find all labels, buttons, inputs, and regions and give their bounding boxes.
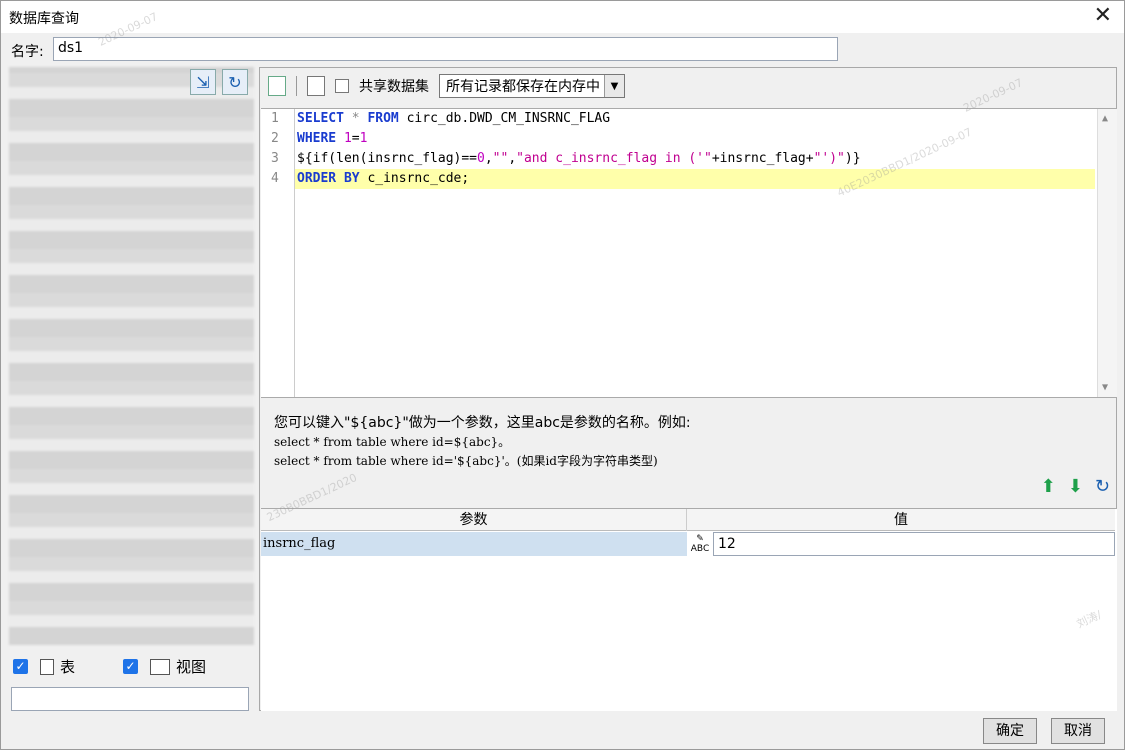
code-line-current: ORDER BY c_insrnc_cde; — [295, 169, 1095, 189]
storage-select[interactable]: 所有记录都保存在内存中 ▼ — [439, 74, 625, 98]
parameter-hint: 您可以键入"${abc}"做为一个参数，这里abc是参数的名称。例如: sele… — [274, 414, 691, 471]
param-table-header: 参数 值 — [261, 509, 1115, 531]
filter-row: ✓ 表 ✓ 视图 — [13, 656, 206, 677]
ok-button[interactable]: 确定 — [983, 718, 1037, 744]
preview-icon[interactable] — [268, 76, 286, 96]
sql-editor[interactable]: 1 2 3 4 SELECT * FROM circ_db.DWD_CM_INS… — [261, 108, 1117, 398]
hint-line-3: select * from table where id='${abc}'。(如… — [274, 454, 658, 468]
param-name: insrnc_flag — [261, 532, 687, 556]
table-row[interactable]: insrnc_flag ✎ ABC 12 — [261, 532, 1115, 556]
sql-toolbar: 共享数据集 所有记录都保存在内存中 ▼ — [268, 72, 625, 100]
editor-scrollbar[interactable]: ▲ ▼ — [1097, 109, 1117, 397]
table-checkbox-label: 表 — [60, 658, 76, 676]
code-line: SELECT * FROM circ_db.DWD_CM_INSRNC_FLAG — [297, 111, 611, 126]
scroll-down-icon[interactable]: ▼ — [1102, 382, 1108, 393]
sql-panel: 共享数据集 所有记录都保存在内存中 ▼ 1 2 3 4 SELECT * FRO… — [259, 67, 1117, 711]
table-search-input[interactable] — [11, 687, 249, 711]
close-icon[interactable]: ✕ — [1094, 4, 1112, 28]
chevron-down-icon[interactable]: ▼ — [604, 75, 624, 97]
arrow-up-icon[interactable]: ⬆ — [1041, 476, 1056, 497]
line-number: 3 — [271, 151, 279, 166]
storage-select-value: 所有记录都保存在内存中 — [446, 79, 600, 95]
table-browser: ⇲ ↻ — [9, 67, 254, 713]
query-dialog: 数据库查询 ✕ 名字: ds1 ⇲ ↻ ✓ 表 ✓ 视图 共享数据集 所有记录都… — [0, 0, 1125, 750]
view-checkbox-label: 视图 — [176, 658, 207, 676]
line-gutter: 1 2 3 4 — [261, 109, 295, 397]
name-label: 名字: — [11, 44, 44, 60]
table-icon — [40, 658, 54, 675]
share-dataset-checkbox[interactable] — [335, 79, 349, 93]
share-dataset-label: 共享数据集 — [359, 79, 429, 95]
arrow-down-icon[interactable]: ⬇ — [1068, 476, 1083, 497]
refresh-icon[interactable]: ↻ — [222, 69, 248, 95]
toolbar-separator — [296, 76, 297, 96]
refresh-params-icon[interactable]: ↻ — [1095, 476, 1110, 497]
line-number: 2 — [271, 131, 279, 146]
hint-line-1: 您可以键入"${abc}"做为一个参数，这里abc是参数的名称。例如: — [274, 415, 691, 431]
scroll-up-icon[interactable]: ▲ — [1102, 113, 1108, 124]
param-col-header: 参数 — [261, 509, 687, 531]
view-icon — [150, 658, 171, 675]
param-toolbar: ⬆ ⬇ ↻ — [1041, 476, 1110, 497]
line-number: 1 — [271, 111, 279, 126]
window-title: 数据库查询 — [9, 11, 79, 27]
value-col-header: 值 — [894, 512, 908, 528]
code-line: ${if(len(insrnc_flag)==0,"","and c_insrn… — [297, 151, 861, 166]
hint-line-2: select * from table where id=${abc}。 — [274, 435, 511, 449]
param-table: 参数 值 insrnc_flag ✎ ABC 12 — [261, 508, 1117, 711]
code-line: WHERE 1=1 — [297, 131, 368, 146]
collapse-icon[interactable]: ⇲ — [190, 69, 216, 95]
new-document-icon[interactable] — [307, 76, 325, 96]
table-browser-toolbar: ⇲ ↻ — [190, 69, 248, 95]
type-select-icon[interactable]: ✎ ABC — [689, 534, 711, 554]
table-checkbox[interactable]: ✓ — [13, 659, 28, 674]
cancel-button[interactable]: 取消 — [1051, 718, 1105, 744]
name-input[interactable]: ds1 — [53, 37, 838, 61]
param-value-input[interactable]: 12 — [713, 532, 1115, 556]
table-list-blurred[interactable] — [9, 67, 254, 645]
line-number: 4 — [271, 171, 279, 186]
title-bar: 数据库查询 ✕ — [1, 1, 1124, 33]
view-checkbox[interactable]: ✓ — [123, 659, 139, 674]
